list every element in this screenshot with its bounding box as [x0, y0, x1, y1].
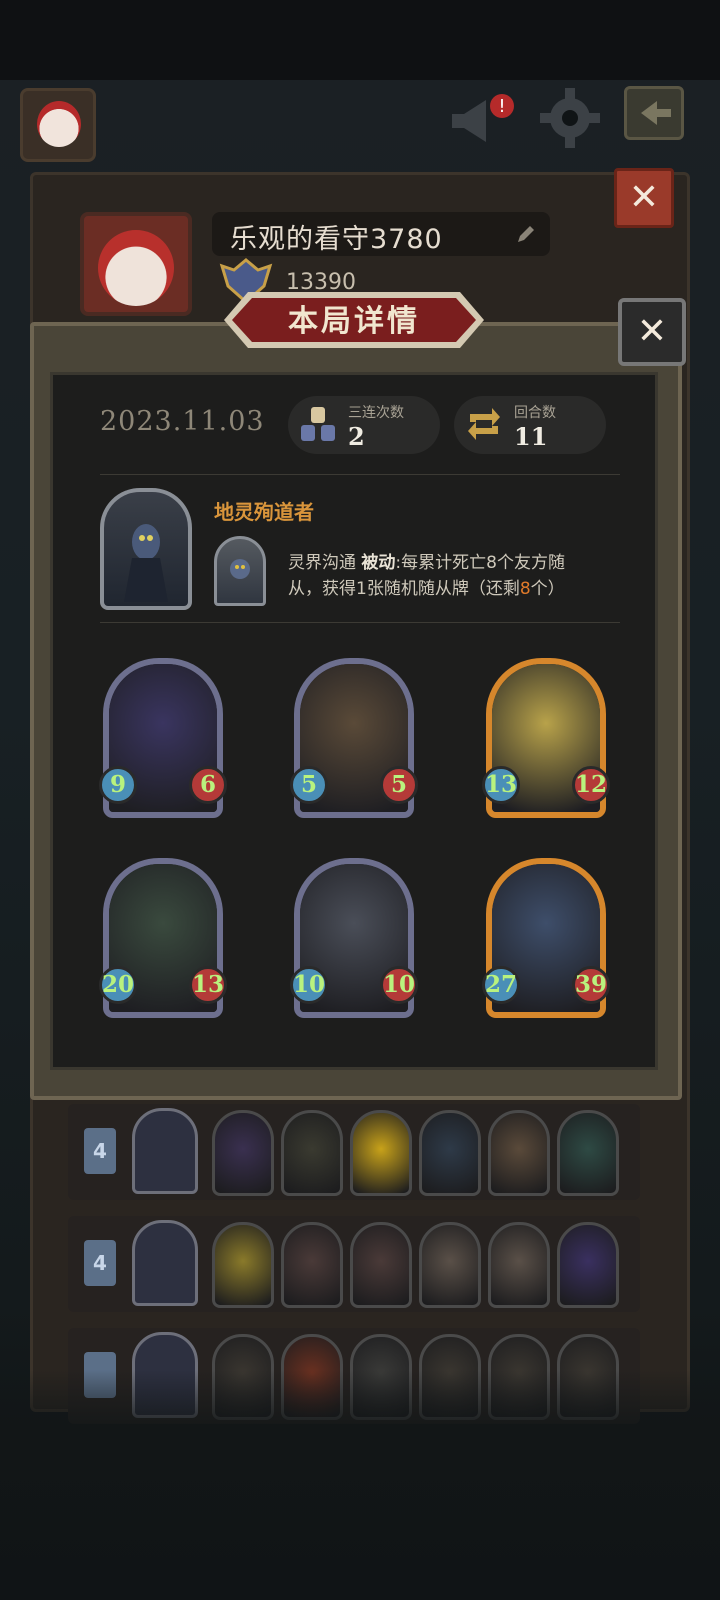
- avatar-face-icon: [37, 101, 81, 147]
- close-icon: ✕: [636, 311, 668, 352]
- triple-icon: [301, 407, 335, 441]
- profile-close-button[interactable]: ✕: [614, 168, 674, 228]
- health-badge: 13: [189, 966, 227, 1004]
- round-arrows-icon: [468, 408, 500, 440]
- skill-icon[interactable]: [214, 536, 266, 606]
- row-minion-card: [350, 1222, 412, 1308]
- rank-badge: 4: [84, 1128, 116, 1174]
- avatar-face-icon: [98, 230, 174, 306]
- row-hero-portrait: [132, 1108, 198, 1194]
- rank-badge: 4: [84, 1240, 116, 1286]
- skill-desc-2a: 从，获得1张随机随从牌（还剩: [288, 579, 520, 599]
- skill-desc-1: :每累计死亡8个友方随: [395, 553, 565, 573]
- row-minion-card: [557, 1110, 619, 1196]
- row-minion-card: [419, 1222, 481, 1308]
- row-minion-card: [419, 1110, 481, 1196]
- row-hero-portrait: [132, 1220, 198, 1306]
- hero-art: [124, 524, 168, 602]
- attack-badge: 9: [99, 766, 137, 804]
- attack-badge: 5: [290, 766, 328, 804]
- gear-icon[interactable]: [538, 86, 602, 150]
- match-date: 2023.11.03: [100, 406, 265, 437]
- exit-arrow-icon: [641, 101, 671, 125]
- attack-badge: 10: [290, 966, 328, 1004]
- megaphone-icon[interactable]: !: [448, 92, 518, 148]
- hero-portrait[interactable]: [100, 488, 192, 610]
- row-minion-card: [212, 1110, 274, 1196]
- attack-badge: 13: [482, 766, 520, 804]
- health-badge: 6: [189, 766, 227, 804]
- exit-button[interactable]: [624, 86, 684, 140]
- top-avatar-button[interactable]: [20, 88, 96, 162]
- triple-count-value: 2: [348, 422, 365, 451]
- divider: [100, 474, 620, 475]
- modal-close-button[interactable]: ✕: [618, 298, 686, 366]
- health-badge: 10: [380, 966, 418, 1004]
- triple-count-label: 三连次数: [348, 405, 404, 421]
- skill-desc-2b: 个）: [530, 579, 565, 599]
- row-minion-card: [281, 1110, 343, 1196]
- close-icon: ✕: [628, 177, 660, 218]
- round-count-label: 回合数: [514, 405, 556, 421]
- row-minion-card: [281, 1222, 343, 1308]
- round-count-value: 11: [514, 422, 548, 451]
- attack-badge: 27: [482, 966, 520, 1004]
- attack-badge: 20: [99, 966, 137, 1004]
- modal-title: 本局详情: [288, 304, 420, 339]
- row-minion-card: [212, 1222, 274, 1308]
- row-minion-card: [488, 1222, 550, 1308]
- bottom-fade: [0, 1370, 720, 1600]
- player-name: 乐观的看守3780: [230, 224, 443, 255]
- edit-pencil-icon[interactable]: [514, 222, 538, 246]
- skill-desc-line-2: 从，获得1张随机随从牌（还剩8个）: [288, 574, 565, 599]
- skill-desc-line-1: 灵界沟通 被动:每累计死亡8个友方随: [288, 548, 565, 573]
- divider: [100, 622, 620, 623]
- row-minion-card: [350, 1110, 412, 1196]
- hero-name: 地灵殉道者: [214, 500, 314, 524]
- skill-art: [230, 559, 250, 579]
- row-minion-card: [557, 1222, 619, 1308]
- health-badge: 5: [380, 766, 418, 804]
- row-minion-card: [488, 1110, 550, 1196]
- skill-type: 被动: [361, 553, 396, 573]
- profile-avatar[interactable]: [80, 212, 192, 316]
- skill-name: 灵界沟通: [288, 553, 356, 573]
- skill-remaining: 8: [519, 579, 531, 599]
- status-bar-area: [0, 0, 720, 80]
- health-badge: 12: [572, 766, 610, 804]
- health-badge: 39: [572, 966, 610, 1004]
- svg-text:!: !: [498, 96, 505, 117]
